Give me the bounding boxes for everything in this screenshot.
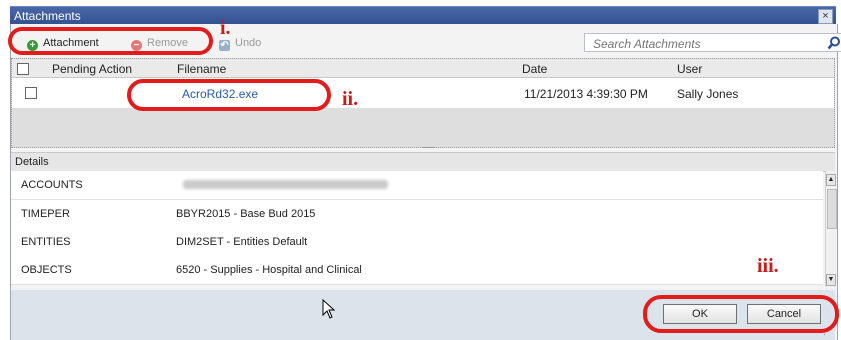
grid-header: Pending Action Filename Date User bbox=[12, 59, 834, 78]
scroll-thumb[interactable] bbox=[827, 189, 837, 229]
detail-key: ACCOUNTS bbox=[21, 179, 83, 191]
select-all-checkbox[interactable] bbox=[17, 63, 29, 75]
detail-key: ENTITIES bbox=[21, 236, 71, 248]
redacted-value bbox=[183, 180, 388, 189]
annotation-ring-filename bbox=[127, 79, 331, 111]
detail-key: OBJECTS bbox=[21, 264, 72, 276]
row-checkbox[interactable] bbox=[25, 87, 37, 99]
scroll-up-icon[interactable]: ▲ bbox=[826, 174, 836, 186]
annotation-label-1: i. bbox=[220, 17, 231, 39]
annotation-ring-toolbar bbox=[8, 27, 213, 55]
mouse-cursor-icon bbox=[322, 299, 336, 319]
search-input[interactable] bbox=[591, 36, 815, 52]
close-icon[interactable]: × bbox=[818, 9, 833, 24]
annotation-label-2: ii. bbox=[342, 88, 359, 110]
column-user[interactable]: User bbox=[677, 62, 702, 76]
details-title: Details bbox=[15, 156, 49, 168]
details-header: Details bbox=[11, 152, 835, 172]
search-box bbox=[584, 33, 841, 52]
detail-row-entities: ENTITIES DIM2SET - Entities Default bbox=[11, 228, 823, 257]
row-date: 11/21/2013 4:39:30 PM bbox=[524, 87, 648, 101]
detail-row-accounts: ACCOUNTS bbox=[11, 171, 823, 200]
detail-key: TIMEPER bbox=[21, 208, 70, 220]
detail-value: 6520 - Supplies - Hospital and Clinical bbox=[176, 264, 362, 276]
column-pending-action[interactable]: Pending Action bbox=[52, 62, 132, 76]
details-scrollbar[interactable]: ▲ ▼ bbox=[825, 171, 837, 287]
column-date[interactable]: Date bbox=[522, 62, 547, 76]
title-bar: Attachments × bbox=[10, 6, 836, 25]
window-title: Attachments bbox=[14, 9, 81, 23]
splitter-handle[interactable] bbox=[422, 147, 434, 148]
search-icon[interactable] bbox=[827, 36, 841, 50]
detail-row-objects: OBJECTS 6520 - Supplies - Hospital and C… bbox=[11, 256, 823, 285]
annotation-label-3: iii. bbox=[757, 255, 779, 277]
column-filename[interactable]: Filename bbox=[177, 62, 226, 76]
undo-label: Undo bbox=[235, 37, 262, 49]
scroll-down-icon[interactable]: ▼ bbox=[826, 274, 836, 286]
detail-value: DIM2SET - Entities Default bbox=[176, 236, 308, 248]
undo-icon: ↶ bbox=[219, 40, 230, 51]
detail-row-timeper: TIMEPER BBYR2015 - Base Bud 2015 bbox=[11, 200, 823, 229]
annotation-ring-buttons bbox=[643, 295, 839, 333]
row-user: Sally Jones bbox=[677, 87, 739, 101]
detail-value: BBYR2015 - Base Bud 2015 bbox=[176, 208, 316, 220]
